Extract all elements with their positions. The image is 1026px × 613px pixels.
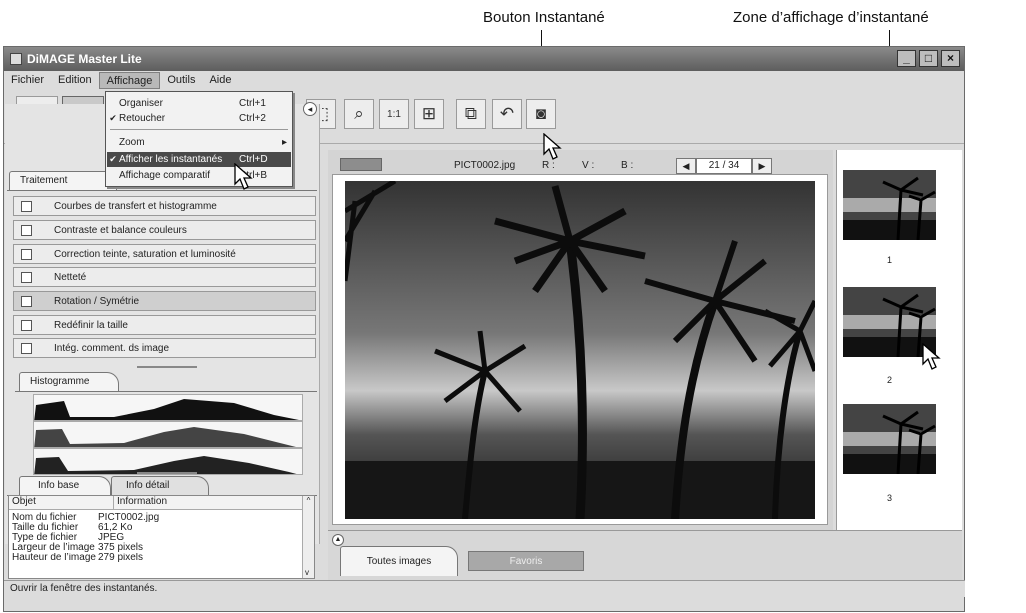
column-header-objet[interactable]: Objet — [9, 496, 113, 510]
prev-image-button[interactable]: ◀ — [676, 158, 696, 174]
process-courbes[interactable]: Courbes de transfert et histogramme — [13, 196, 316, 216]
info-table: Objet Information ^ v Nom du fichier PICT… — [8, 495, 315, 579]
mouse-pointer-icon — [234, 163, 253, 190]
snapshot-thumbnail-3[interactable] — [843, 404, 936, 474]
histogram-luminance — [33, 394, 303, 421]
tab-histogramme[interactable]: Histogramme — [19, 372, 119, 391]
tab-toutes-images[interactable]: Toutes images — [340, 546, 458, 576]
main-image[interactable] — [345, 181, 815, 519]
checkmark-icon: ✔ — [109, 154, 117, 164]
fit-window-button[interactable]: ⊞ — [414, 99, 444, 129]
menu-item-zoom[interactable]: Zoom ▸ — [107, 135, 291, 150]
snapshot-thumbnail-1[interactable] — [843, 170, 936, 240]
viewer-filename: PICT0002.jpg — [454, 159, 516, 171]
actual-size-button[interactable]: 1:1 — [379, 99, 409, 129]
checkbox[interactable] — [21, 224, 32, 236]
histogram-red — [33, 421, 303, 448]
submenu-arrow-icon: ▸ — [281, 137, 287, 148]
app-icon — [10, 53, 22, 65]
close-button[interactable]: × — [941, 50, 960, 67]
menu-item-affichage-comparatif[interactable]: Affichage comparatif Ctrl+B — [107, 168, 291, 183]
status-bar: Ouvrir la fenêtre des instantanés. — [4, 580, 965, 597]
splitter-handle[interactable] — [137, 366, 197, 368]
compare-button[interactable]: ⧉ — [456, 99, 486, 129]
scroll-down-icon[interactable]: v — [305, 568, 309, 577]
splitter-handle[interactable] — [137, 472, 197, 474]
vertical-scrollbar[interactable]: ^ v — [302, 496, 314, 578]
tab-favoris[interactable]: Favoris — [468, 551, 584, 571]
window-title: DiMAGE Master Lite — [27, 52, 142, 66]
snapshot-number: 1 — [886, 255, 892, 265]
expand-panel-icon[interactable]: ▲ — [332, 534, 344, 546]
menu-separator — [110, 129, 288, 130]
mouse-pointer-icon — [543, 133, 562, 160]
menu-aide[interactable]: Aide — [202, 72, 238, 89]
tab-info-detail[interactable]: Info détail — [111, 476, 209, 495]
table-row: Hauteur de l’image 279 pixels — [12, 553, 144, 562]
process-nettete[interactable]: Netteté — [13, 267, 316, 287]
snapshot-image — [843, 170, 936, 240]
scroll-up-icon[interactable]: ^ — [307, 496, 311, 505]
bottom-tab-panel: ▲ Toutes images Favoris — [328, 530, 962, 580]
snapshot-button-callout: Bouton Instantané — [483, 9, 605, 26]
fit-window-icon: ⊞ — [421, 104, 437, 123]
camera-icon: ◙ — [535, 104, 547, 123]
process-contraste[interactable]: Contraste et balance couleurs — [13, 220, 316, 240]
rgb-v-label: V : — [582, 159, 595, 171]
column-header-information[interactable]: Information — [113, 496, 302, 510]
collapse-panel-icon[interactable]: ◂ — [303, 102, 317, 116]
table-row: Largeur de l’image 375 pixels — [12, 542, 144, 553]
magnifier-icon: ⌕ — [354, 104, 364, 123]
image-counter: 21 / 34 — [696, 158, 752, 174]
process-commentaire[interactable]: Intég. comment. ds image — [13, 338, 316, 358]
menu-affichage[interactable]: Affichage — [98, 72, 161, 89]
tab-info-base[interactable]: Info base — [19, 476, 111, 495]
checkbox[interactable] — [21, 319, 32, 331]
rgb-b-label: B : — [621, 159, 634, 171]
compare-icon: ⧉ — [464, 104, 478, 123]
checkbox[interactable] — [21, 295, 32, 307]
color-swatch — [340, 158, 382, 171]
checkbox[interactable] — [21, 248, 32, 260]
snapshot-number: 3 — [886, 493, 892, 503]
snapshot-area-callout: Zone d’affichage d’instantané — [733, 9, 929, 26]
zoom-button[interactable]: ⌕ — [344, 99, 374, 129]
snapshot-image — [843, 404, 936, 474]
checkmark-icon: ✔ — [109, 113, 117, 123]
menu-fichier[interactable]: Fichier — [4, 72, 51, 89]
menu-edition[interactable]: Edition — [51, 72, 99, 89]
next-image-button[interactable]: ▶ — [752, 158, 772, 174]
process-teinte[interactable]: Correction teinte, saturation et luminos… — [13, 244, 316, 264]
tab-traitement[interactable]: Traitement — [9, 171, 117, 190]
snapshot-button[interactable]: ◙ — [526, 99, 556, 129]
process-taille[interactable]: Redéfinir la taille — [13, 315, 316, 335]
checkbox[interactable] — [21, 200, 32, 212]
undo-button[interactable]: ↶ — [492, 99, 522, 129]
histogram-chart — [34, 399, 299, 420]
checkbox[interactable] — [21, 342, 32, 354]
histogram-chart — [34, 427, 296, 447]
menu-item-organiser[interactable]: Organiser Ctrl+1 — [107, 96, 291, 111]
mouse-pointer-icon — [922, 343, 941, 370]
maximize-button[interactable]: □ — [919, 50, 938, 67]
menu-bar: Fichier Edition Affichage Outils Aide — [4, 71, 964, 90]
actual-size-icon: 1:1 — [387, 108, 401, 120]
title-bar: DiMAGE Master Lite _ □ × — [4, 47, 964, 71]
snapshot-panel: 1 2 3 — [836, 150, 962, 530]
affichage-dropdown: Organiser Ctrl+1 ✔ Retoucher Ctrl+2 Zoom… — [105, 91, 293, 187]
process-rotation[interactable]: Rotation / Symétrie — [13, 291, 316, 311]
menu-item-retoucher[interactable]: ✔ Retoucher Ctrl+2 — [107, 111, 291, 126]
menu-outils[interactable]: Outils — [160, 72, 202, 89]
menu-item-afficher-instantanes[interactable]: ✔ Afficher les instantanés Ctrl+D — [107, 152, 291, 167]
snapshot-number: 2 — [886, 375, 892, 385]
main-image-frame — [332, 174, 828, 525]
checkbox[interactable] — [21, 271, 32, 283]
histogram-green — [33, 448, 303, 475]
undo-icon: ↶ — [499, 104, 515, 123]
minimize-button[interactable]: _ — [897, 50, 916, 67]
status-text: Ouvrir la fenêtre des instantanés. — [10, 583, 158, 594]
